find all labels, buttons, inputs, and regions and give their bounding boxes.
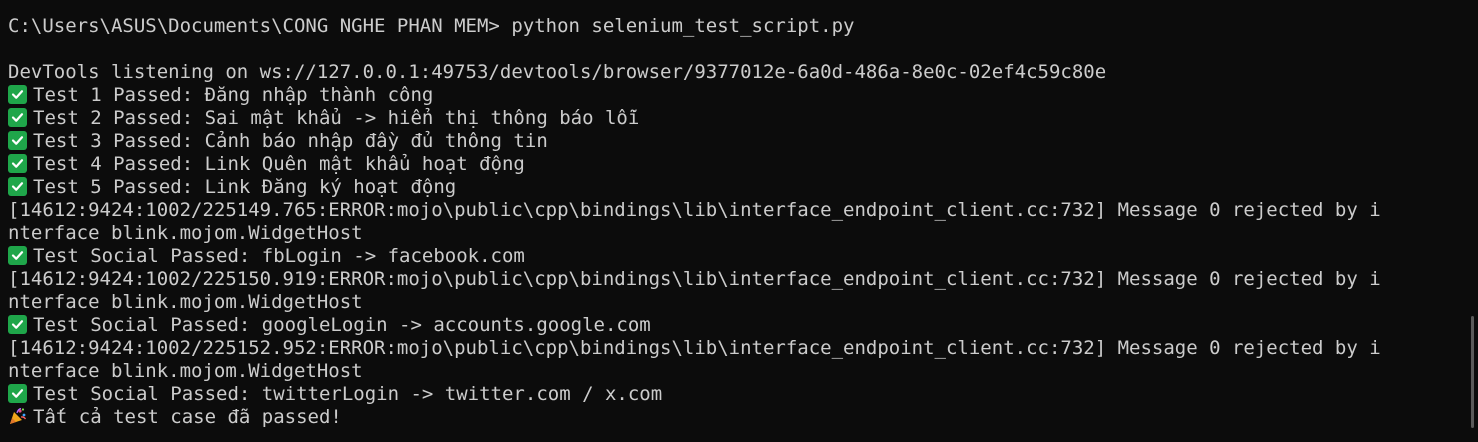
test-result-text: Test Social Passed: twitterLogin -> twit…	[33, 383, 663, 405]
error-line: [14612:9424:1002/225152.952:ERROR:mojo\p…	[8, 337, 1381, 359]
check-mark-icon	[8, 246, 27, 265]
command-line: C:\Users\ASUS\Documents\CONG NGHE PHAN M…	[8, 15, 855, 37]
check-mark-icon	[8, 384, 27, 403]
terminal-output: C:\Users\ASUS\Documents\CONG NGHE PHAN M…	[8, 15, 1448, 429]
test-result-line: Test 4 Passed: Link Quên mật khẩu hoạt đ…	[8, 153, 1448, 176]
test-result-line: Test Social Passed: fbLogin -> facebook.…	[8, 245, 1448, 268]
check-mark-icon	[8, 108, 27, 127]
error-line-continued: nterface blink.mojom.WidgetHost	[8, 360, 363, 382]
test-result-text: Test 5 Passed: Link Đăng ký hoạt động	[33, 176, 457, 198]
test-result-line: Test 3 Passed: Cảnh báo nhập đầy đủ thôn…	[8, 130, 1448, 153]
check-mark-icon	[8, 131, 27, 150]
check-mark-icon	[8, 85, 27, 104]
summary-line: Tất cả test case đã passed!	[8, 406, 1448, 429]
check-mark-icon	[8, 177, 27, 196]
vertical-scrollbar[interactable]	[1471, 316, 1474, 428]
test-result-text: Test 1 Passed: Đăng nhập thành công	[33, 84, 434, 106]
test-result-line: Test 2 Passed: Sai mật khẩu -> hiển thị …	[8, 107, 1448, 130]
error-line-continued: nterface blink.mojom.WidgetHost	[8, 291, 363, 313]
check-mark-icon	[8, 315, 27, 334]
test-result-text: Test Social Passed: googleLogin -> accou…	[33, 314, 651, 336]
check-mark-icon	[8, 154, 27, 173]
test-result-line: Test 1 Passed: Đăng nhập thành công	[8, 84, 1448, 107]
party-popper-icon	[8, 407, 27, 426]
test-result-text: Test 4 Passed: Link Quên mật khẩu hoạt đ…	[33, 153, 525, 175]
test-result-line: Test Social Passed: twitterLogin -> twit…	[8, 383, 1448, 406]
test-result-text: Test 2 Passed: Sai mật khẩu -> hiển thị …	[33, 107, 640, 129]
test-result-text: Test Social Passed: fbLogin -> facebook.…	[33, 245, 525, 267]
error-line-continued: nterface blink.mojom.WidgetHost	[8, 222, 363, 244]
test-result-text: Test 3 Passed: Cảnh báo nhập đầy đủ thôn…	[33, 130, 548, 152]
error-line: [14612:9424:1002/225150.919:ERROR:mojo\p…	[8, 268, 1381, 290]
terminal-window[interactable]: C:\Users\ASUS\Documents\CONG NGHE PHAN M…	[0, 0, 1478, 442]
devtools-line: DevTools listening on ws://127.0.0.1:497…	[8, 61, 1107, 83]
test-result-line: Test 5 Passed: Link Đăng ký hoạt động	[8, 176, 1448, 199]
error-line: [14612:9424:1002/225149.765:ERROR:mojo\p…	[8, 199, 1381, 221]
test-result-line: Test Social Passed: googleLogin -> accou…	[8, 314, 1448, 337]
summary-text: Tất cả test case đã passed!	[33, 406, 342, 428]
